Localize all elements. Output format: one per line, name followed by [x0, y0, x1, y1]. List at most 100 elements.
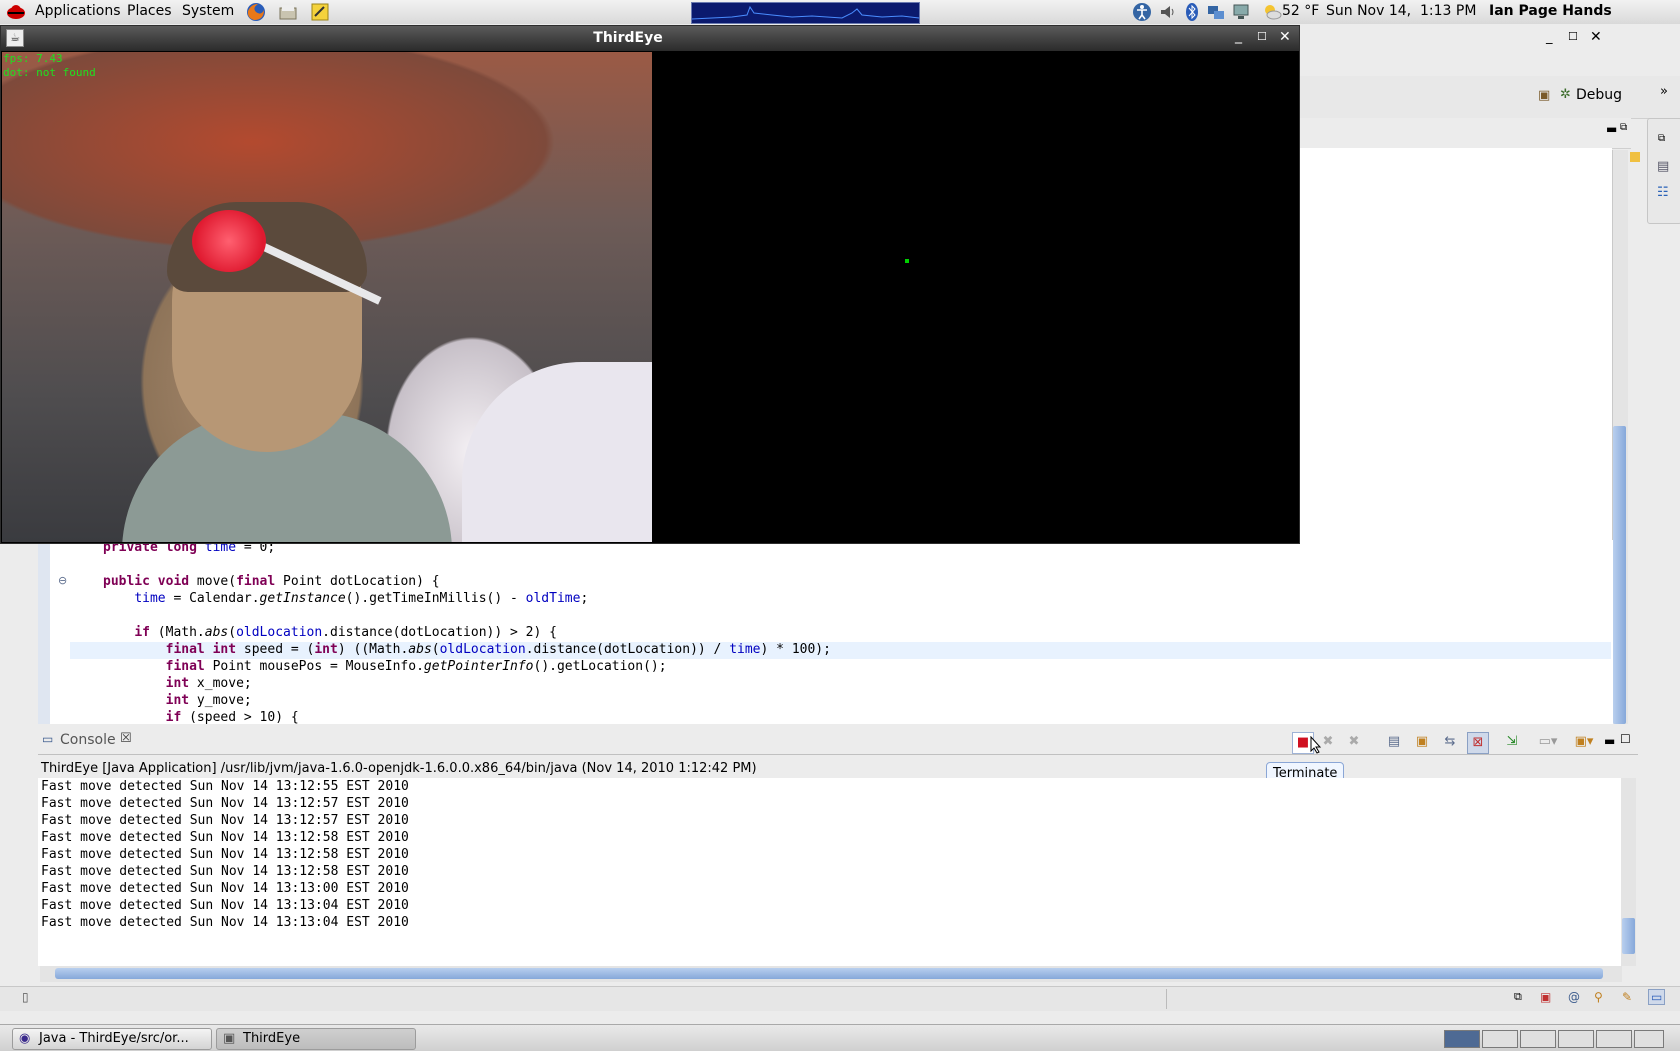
- eclipse-icon: ◉: [19, 1031, 31, 1046]
- open-console-dropdown[interactable]: ▣▾: [1570, 732, 1598, 752]
- display-icon[interactable]: [1232, 2, 1252, 22]
- menu-system[interactable]: System: [182, 3, 234, 19]
- console-line: Fast move detected Sun Nov 14 13:12:57 E…: [41, 796, 409, 811]
- trim-restore-icon[interactable]: ⧉: [1658, 133, 1665, 144]
- network-icon[interactable]: [1206, 2, 1226, 22]
- bluetooth-icon[interactable]: [1182, 2, 1202, 22]
- tracker-fps: fps: 7.43: [3, 52, 63, 65]
- workspace-1[interactable]: [1444, 1030, 1480, 1048]
- eclipse-close-button[interactable]: ✕: [1590, 29, 1602, 45]
- weather-temperature[interactable]: 52 °F: [1282, 3, 1319, 19]
- tomboy-icon[interactable]: [310, 2, 330, 22]
- outline-view-icon[interactable]: ▤: [1657, 159, 1669, 174]
- console-description: ThirdEye [Java Application] /usr/lib/jvm…: [41, 761, 757, 776]
- accessibility-icon[interactable]: [1132, 2, 1152, 22]
- tracked-dot: [905, 259, 909, 263]
- editor-top-visible: [1298, 148, 1612, 540]
- status-divider: [1166, 989, 1167, 1009]
- thirdeye-titlebar[interactable]: ☕ ThirdEye _ ☐ ✕: [1, 26, 1299, 51]
- console-tab-close-icon[interactable]: ☒: [120, 731, 132, 746]
- console-hscroll-thumb[interactable]: [55, 968, 1603, 979]
- weather-icon: [1262, 2, 1282, 22]
- user-name[interactable]: Ian Page Hands: [1489, 3, 1612, 19]
- task-thirdeye[interactable]: ▣ ThirdEye: [216, 1028, 416, 1050]
- code-line: if (speed > 10) {: [165, 710, 299, 724]
- task-eclipse-label: Java - ThirdEye/src/or...: [39, 1031, 189, 1046]
- webcam-feed: fps: 7.43 dot: not found: [2, 52, 652, 542]
- console-line: Fast move detected Sun Nov 14 13:13:00 E…: [41, 881, 409, 896]
- editor-restore-button[interactable]: ⧉: [1620, 122, 1627, 133]
- console-line: Fast move detected Sun Nov 14 13:13:04 E…: [41, 898, 409, 913]
- fast-view-icon[interactable]: ▯: [22, 990, 29, 1004]
- volume-icon[interactable]: [1158, 2, 1178, 22]
- firefox-icon[interactable]: [246, 2, 266, 22]
- task-eclipse[interactable]: ◉ Java - ThirdEye/src/or...: [12, 1028, 212, 1050]
- workspace-4[interactable]: [1558, 1030, 1594, 1048]
- redhat-icon[interactable]: [6, 2, 26, 22]
- fold-toggle-icon[interactable]: ⊖: [58, 574, 67, 587]
- open-perspective-icon[interactable]: ▣: [1538, 88, 1550, 103]
- workspace-5[interactable]: [1596, 1030, 1632, 1048]
- workspace-2[interactable]: [1482, 1030, 1518, 1048]
- perspective-overflow-icon[interactable]: »: [1660, 84, 1668, 99]
- workspace-3[interactable]: [1520, 1030, 1556, 1048]
- editor-folding-ruler: ⊖: [50, 540, 70, 724]
- scroll-lock-button[interactable]: ▣: [1412, 732, 1432, 752]
- console-line: Fast move detected Sun Nov 14 13:13:04 E…: [41, 915, 409, 930]
- console-vertical-scrollbar[interactable]: [1621, 778, 1636, 966]
- clear-console-button[interactable]: ▤: [1384, 732, 1404, 752]
- console-minimize-button[interactable]: ▬: [1604, 734, 1615, 748]
- thirdeye-window[interactable]: ☕ ThirdEye _ ☐ ✕ fps: 7.43 dot: not foun…: [0, 25, 1300, 544]
- show-on-output-button[interactable]: ⊠: [1467, 732, 1489, 754]
- console-line: Fast move detected Sun Nov 14 13:12:55 E…: [41, 779, 409, 794]
- window-title: ThirdEye: [593, 30, 663, 46]
- webcam-red-marker: [192, 210, 266, 272]
- console-vscroll-thumb[interactable]: [1622, 918, 1635, 954]
- console-line: Fast move detected Sun Nov 14 13:12:58 E…: [41, 864, 409, 879]
- search-icon[interactable]: ⚲: [1594, 990, 1603, 1004]
- problems-icon[interactable]: ▣: [1540, 990, 1551, 1004]
- eclipse-titlebar-area: _ ☐ ✕: [1298, 24, 1680, 74]
- overview-ruler-warning[interactable]: [1630, 152, 1640, 162]
- window-close-button[interactable]: ✕: [1279, 29, 1291, 45]
- remove-all-terminated-button[interactable]: ✖: [1344, 732, 1364, 752]
- webcam-background-light: [462, 362, 652, 542]
- console-line: Fast move detected Sun Nov 14 13:12:57 E…: [41, 813, 409, 828]
- window-minimize-button[interactable]: _: [1235, 28, 1242, 44]
- console-line: Fast move detected Sun Nov 14 13:12:58 E…: [41, 830, 409, 845]
- window-maximize-button[interactable]: ☐: [1257, 30, 1267, 43]
- perspective-debug[interactable]: Debug: [1576, 87, 1622, 103]
- console-maximize-button[interactable]: ☐: [1620, 732, 1631, 746]
- bottom-taskbar: ◉ Java - ThirdEye/src/or... ▣ ThirdEye: [0, 1024, 1680, 1051]
- menu-places[interactable]: Places: [127, 3, 172, 19]
- eclipse-status-bar: ▯ ⧉ ▣ @ ⚲ ✎ ▭: [0, 986, 1680, 1011]
- eclipse-minimize-button[interactable]: _: [1546, 30, 1553, 45]
- code-line: time = Calendar.getInstance().getTimeInM…: [134, 591, 589, 606]
- javadoc-icon[interactable]: @: [1568, 990, 1580, 1004]
- workspace-6[interactable]: [1634, 1030, 1664, 1048]
- mouse-cursor-icon: [1310, 736, 1322, 754]
- java-app-icon: ▣: [223, 1031, 236, 1046]
- code-line: final int speed = (int) ((Math.abs(oldLo…: [165, 642, 831, 657]
- menu-applications[interactable]: Applications: [35, 3, 121, 19]
- display-console-dropdown[interactable]: ▭▾: [1534, 732, 1562, 752]
- tab-console[interactable]: Console: [60, 732, 116, 748]
- tracker-overlay: fps: 7.43 dot: not found: [3, 52, 96, 80]
- tasks-icon[interactable]: ✎: [1622, 990, 1632, 1004]
- word-wrap-button[interactable]: ⇆: [1440, 732, 1460, 752]
- panel-clock[interactable]: Sun Nov 14, 1:13 PM: [1326, 3, 1476, 19]
- restore-icon[interactable]: ⧉: [1514, 990, 1522, 1004]
- workspace-switcher[interactable]: [1444, 1030, 1664, 1048]
- right-trim-strip: ⧉ ▤ ☷: [1647, 118, 1680, 224]
- notes-icon[interactable]: [278, 2, 298, 22]
- console-toggle-icon[interactable]: ▭: [1648, 989, 1666, 1005]
- console-line: Fast move detected Sun Nov 14 13:12:58 E…: [41, 847, 409, 862]
- task-thirdeye-label: ThirdEye: [243, 1031, 301, 1046]
- code-line: int x_move;: [165, 676, 252, 691]
- system-monitor[interactable]: [691, 2, 920, 24]
- editor-scroll-thumb[interactable]: [1613, 426, 1626, 724]
- eclipse-maximize-button[interactable]: ☐: [1568, 30, 1578, 43]
- pin-console-button[interactable]: ⇲: [1502, 732, 1522, 752]
- hierarchy-view-icon[interactable]: ☷: [1657, 185, 1669, 200]
- editor-minimize-button[interactable]: ▬: [1606, 122, 1617, 136]
